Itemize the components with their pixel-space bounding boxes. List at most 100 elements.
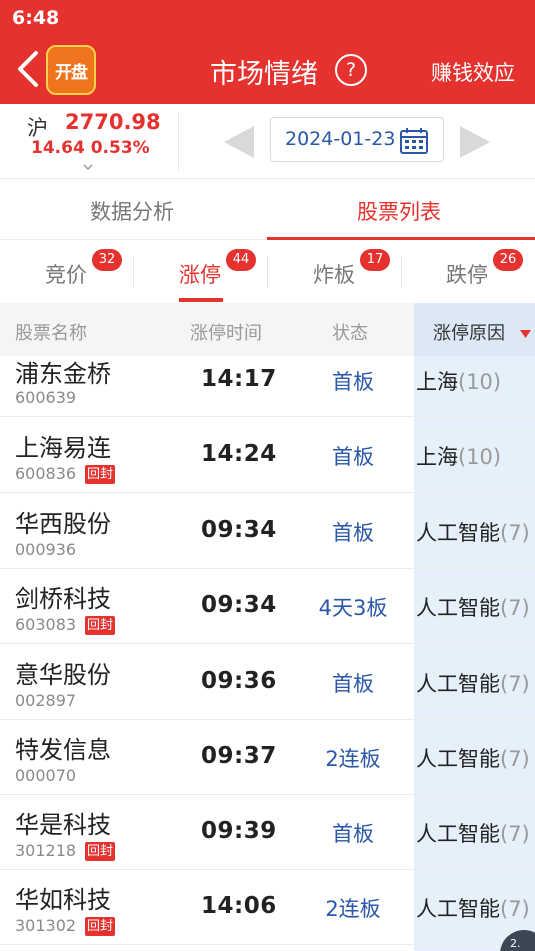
- reason-count: (7): [500, 822, 530, 846]
- stock-name: 上海易连: [15, 434, 111, 462]
- reason-label: 上海: [416, 370, 458, 394]
- limit-up-reason[interactable]: 人工智能(7): [416, 592, 530, 622]
- column-header-time[interactable]: 涨停时间: [190, 319, 262, 345]
- index-value: 2770.98: [65, 110, 161, 134]
- reason-count: (7): [500, 897, 530, 921]
- reason-count: (7): [500, 747, 530, 771]
- column-header-name[interactable]: 股票名称: [15, 319, 87, 345]
- app-root: 6:48 开盘 市场情绪 ? 赚钱效应 沪 2770.98 14.64 0.53…: [0, 0, 535, 951]
- limit-up-time: 14:24: [201, 441, 277, 467]
- column-header-reason[interactable]: 涨停原因: [433, 319, 505, 345]
- limit-up-reason[interactable]: 人工智能(7): [416, 668, 530, 698]
- board-status: 首板: [332, 822, 374, 846]
- limit-up-reason[interactable]: 人工智能(7): [416, 893, 530, 923]
- board-status: 首板: [332, 521, 374, 545]
- stock-code: 600836: [15, 464, 77, 483]
- stock-name: 剑桥科技: [15, 585, 111, 613]
- reason-count: (7): [500, 596, 530, 620]
- table-row[interactable]: 意华股份 002897 09:36 首板 人工智能(7): [0, 645, 535, 720]
- index-date-bar: 沪 2770.98 14.64 0.53% 2024-01-23: [0, 104, 535, 179]
- subtab-limit-down[interactable]: 跌停: [446, 259, 488, 289]
- tab-data-analysis[interactable]: 数据分析: [90, 196, 174, 226]
- table-row[interactable]: 特发信息 000070 09:37 2连板 人工智能(7): [0, 720, 535, 795]
- table-row[interactable]: 浦东金桥 600639 14:17 首板 上海(10): [0, 356, 535, 417]
- resealed-tag: 回封: [85, 917, 116, 936]
- date-picker[interactable]: 2024-01-23: [270, 117, 444, 162]
- reason-label: 人工智能: [416, 672, 500, 696]
- sort-descending-icon[interactable]: [520, 330, 531, 338]
- status-bar-time: 6:48: [12, 7, 60, 29]
- subtab-auction[interactable]: 竞价: [45, 259, 87, 289]
- index-expand-caret-icon[interactable]: [83, 162, 93, 172]
- limit-up-reason[interactable]: 上海(10): [416, 366, 501, 396]
- tab-stock-list[interactable]: 股票列表: [357, 196, 441, 226]
- divider: [178, 112, 179, 170]
- money-effect-button[interactable]: 赚钱效应: [431, 57, 515, 87]
- stock-code: 000936: [15, 540, 77, 559]
- subtab-limit-up-badge: 44: [226, 249, 256, 271]
- table-row[interactable]: 剑桥科技 603083 回封 09:34 4天3板 人工智能(7): [0, 569, 535, 644]
- stock-code: 603083: [15, 615, 77, 634]
- limit-up-time: 09:34: [201, 517, 277, 543]
- subtab-broken-board-badge: 17: [360, 249, 390, 271]
- stock-code: 301218: [15, 841, 77, 860]
- index-change-points: 14.64: [31, 138, 85, 158]
- stock-code: 002897: [15, 691, 77, 710]
- reason-count: (10): [458, 370, 502, 394]
- limit-up-time: 09:37: [201, 743, 277, 769]
- board-status: 首板: [332, 445, 374, 469]
- reason-label: 人工智能: [416, 747, 500, 771]
- limit-up-time: 14:17: [201, 366, 277, 392]
- limit-up-time: 09:36: [201, 668, 277, 694]
- app-header: 6:48 开盘 市场情绪 ? 赚钱效应: [0, 0, 535, 104]
- board-status: 首板: [332, 370, 374, 394]
- table-row[interactable]: 华是科技 301218 回封 09:39 首板 人工智能(7): [0, 795, 535, 870]
- limit-up-time: 09:34: [201, 592, 277, 618]
- stock-code: 600639: [15, 388, 77, 407]
- app-logo[interactable]: 开盘: [46, 45, 96, 95]
- column-header-status[interactable]: 状态: [332, 319, 368, 345]
- calendar-icon: [400, 128, 428, 154]
- app-logo-text: 开盘: [55, 62, 88, 83]
- stock-name: 意华股份: [15, 661, 111, 689]
- stock-code: 301302: [15, 916, 77, 935]
- index-change: 14.64 0.53%: [31, 138, 150, 158]
- limit-up-reason[interactable]: 人工智能(7): [416, 517, 530, 547]
- limit-up-time: 09:39: [201, 818, 277, 844]
- previous-date-arrow-icon[interactable]: [222, 124, 256, 160]
- limit-up-time: 14:06: [201, 893, 277, 919]
- page-title: 市场情绪: [210, 59, 318, 90]
- subtab-broken-board[interactable]: 炸板: [313, 259, 355, 289]
- table-row[interactable]: 华如科技 301302 回封 14:06 2连板 人工智能(7): [0, 870, 535, 945]
- reason-count: (7): [500, 672, 530, 696]
- back-arrow-icon[interactable]: [14, 50, 42, 88]
- divider: [401, 256, 402, 288]
- stock-name: 特发信息: [15, 736, 111, 764]
- reason-count: (10): [458, 445, 502, 469]
- help-icon[interactable]: ?: [335, 54, 367, 86]
- stock-code: 000070: [15, 766, 77, 785]
- table-row[interactable]: 华西股份 000936 09:34 首板 人工智能(7): [0, 494, 535, 569]
- divider: [267, 256, 268, 288]
- next-date-arrow-icon[interactable]: [458, 124, 492, 160]
- stock-table: 浦东金桥 600639 14:17 首板 上海(10) 上海易连 600836 …: [0, 356, 535, 951]
- board-status: 4天3板: [318, 596, 388, 620]
- board-status: 2连板: [325, 897, 381, 921]
- index-change-percent: 0.53%: [90, 138, 150, 158]
- table-row[interactable]: 上海易连 600836 回封 14:24 首板 上海(10): [0, 418, 535, 493]
- limit-up-reason[interactable]: 人工智能(7): [416, 818, 530, 848]
- reason-label: 上海: [416, 445, 458, 469]
- limit-up-reason[interactable]: 人工智能(7): [416, 743, 530, 773]
- stock-name: 华西股份: [15, 510, 111, 538]
- board-status: 首板: [332, 672, 374, 696]
- help-icon-glyph: ?: [345, 59, 357, 81]
- reason-label: 人工智能: [416, 897, 500, 921]
- subtab-auction-badge: 32: [92, 249, 122, 271]
- board-status: 2连板: [325, 747, 381, 771]
- table-header: 股票名称 涨停时间 状态 涨停原因: [0, 303, 535, 356]
- stock-name: 浦东金桥: [15, 360, 111, 388]
- reason-label: 人工智能: [416, 521, 500, 545]
- main-tabs: 数据分析 股票列表: [0, 180, 535, 240]
- limit-up-reason[interactable]: 上海(10): [416, 441, 501, 471]
- subtab-limit-up[interactable]: 涨停: [179, 259, 221, 289]
